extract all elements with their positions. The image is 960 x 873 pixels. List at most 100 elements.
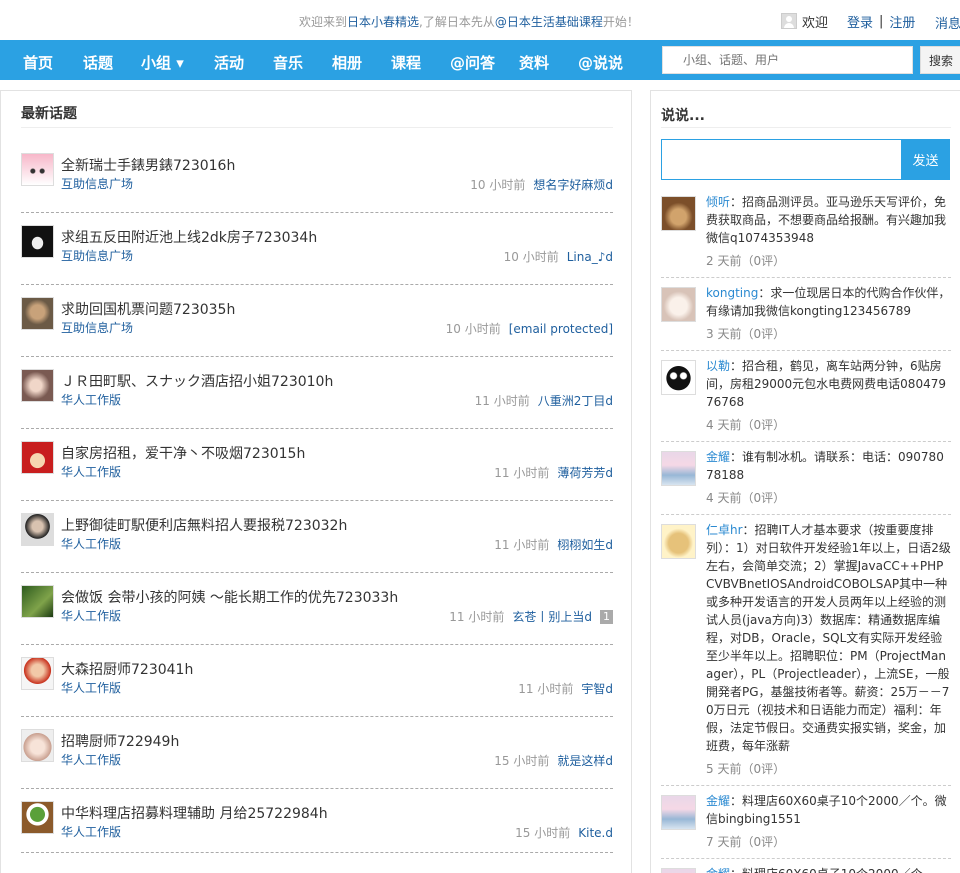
topic-author-link[interactable]: 就是这样d (557, 752, 613, 769)
send-button[interactable]: 发送 (901, 139, 950, 180)
saying-text: kongting：求一位现居日本的代购合作伙伴，有缘请加我微信kongting1… (706, 284, 951, 320)
title-divider (21, 127, 613, 128)
man-red-avatar-icon[interactable] (21, 657, 54, 690)
topic-group-link[interactable]: 华人工作版 (61, 391, 121, 408)
saying-item: 以勒：招合租，鹤见，离车站两分钟，6贴房间，房租29000元包水电费网费电话08… (661, 351, 951, 442)
saying-meta: 5 天前（0评） (706, 762, 786, 776)
green-character-avatar-icon[interactable] (21, 801, 54, 834)
saying-text: 仁卓hr：招聘IT人才基本要求（按重要度排列）：1）对日软件开发经验1年以上，日… (706, 521, 951, 755)
topic-title-link[interactable]: ＪＲ田町駅、スナック酒店招小姐723010h (61, 371, 333, 391)
topic-group-link[interactable]: 华人工作版 (61, 823, 121, 840)
nav-albums[interactable]: 相册 (332, 52, 362, 73)
topic-author-link[interactable]: 玄苍丨别上当d (512, 608, 592, 625)
blossom-avatar-icon[interactable] (661, 795, 696, 830)
topic-group-link[interactable]: 华人工作版 (61, 607, 121, 624)
login-link[interactable]: 登录 (847, 12, 873, 31)
blossom-avatar-icon[interactable] (661, 451, 696, 486)
topic-title-link[interactable]: 会做饭 会带小孩的阿姨 ～能长期工作的优先723033h (61, 587, 398, 607)
saying-meta: 7 天前（0评） (706, 835, 786, 849)
topic-group-link[interactable]: 互助信息广场 (61, 247, 133, 264)
topic-meta: 11 小时前 薄荷芳芳d (494, 464, 613, 481)
saying-user-link[interactable]: 倾听 (706, 195, 730, 209)
anime-girl-avatar-icon[interactable] (21, 729, 54, 762)
topic-title-link[interactable]: 中华料理店招募料理辅助 月给25722984h (61, 803, 328, 823)
topic-author-link[interactable]: Kite.d (578, 826, 613, 840)
topic-time: 11 小时前 (449, 610, 505, 624)
topic-title-link[interactable]: 求组五反田附近池上线2dk房子723034h (61, 227, 317, 247)
monkey-avatar-icon[interactable] (21, 297, 54, 330)
topic-group-link[interactable]: 华人工作版 (61, 463, 121, 480)
topic-row: ＪＲ田町駅、スナック酒店招小姐723010h 华人工作版 11 小时前 八重洲2… (21, 357, 613, 429)
saying-content: ：料理店60X60桌子10个2000／个。微信bingbing1551 (706, 794, 947, 826)
topic-title-link[interactable]: 全新瑞士手錶男錶723016h (61, 155, 235, 175)
topic-author-link[interactable]: Lina_♪d (567, 250, 613, 264)
topic-author-link[interactable]: [email protected] (509, 322, 613, 336)
topic-title-link[interactable]: 求助回国机票问题723035h (61, 299, 235, 319)
messages-link[interactable]: 消息 (935, 13, 960, 32)
topic-row: 求组五反田附近池上线2dk房子723034h 互助信息广场 10 小时前 Lin… (21, 213, 613, 285)
nav-courses[interactable]: 课程 (391, 52, 421, 73)
saying-user-link[interactable]: 金耀 (706, 867, 730, 873)
topic-author-link[interactable]: 八重洲2丁目d (538, 392, 613, 409)
saying-user-link[interactable]: 金耀 (706, 794, 730, 808)
site-name-link[interactable]: 日本小春精选 (347, 15, 419, 29)
girl-dark-avatar-icon[interactable] (21, 225, 54, 258)
saying-content: ：谁有制冰机。请联系：电话：09078078188 (706, 450, 944, 482)
top-bar: 欢迎来到日本小春精选,了解日本先从@日本生活基础课程开始！ 欢迎 登录 | 注册… (0, 0, 960, 40)
topic-meta: 10 小时前 Lina_♪d (504, 248, 613, 265)
sketch-girl-avatar-icon[interactable] (661, 287, 696, 322)
course-link[interactable]: @日本生活基础课程 (495, 15, 603, 29)
topic-title-link[interactable]: 自家房招租，爱干净丶不吸烟723015h (61, 443, 305, 463)
welcome-mid: ,了解日本先从 (419, 15, 495, 29)
topic-row: 会做饭 会带小孩的阿姨 ～能长期工作的优先723033h 华人工作版 11 小时… (21, 573, 613, 645)
topic-author-link[interactable]: 想名字好麻烦d (533, 176, 613, 193)
topic-group-link[interactable]: 华人工作版 (61, 679, 121, 696)
cat-avatar-icon[interactable] (21, 153, 54, 186)
topic-group-link[interactable]: 华人工作版 (61, 535, 121, 552)
nav-qa[interactable]: @问答 (450, 52, 495, 73)
topic-title-link[interactable]: 上野御徒町駅便利店無料招人要报税723032h (61, 515, 347, 535)
blossom-avatar-icon[interactable] (661, 868, 696, 873)
nav-sayings[interactable]: @说说 (578, 52, 623, 73)
topic-author-link[interactable]: 宇智d (581, 680, 613, 697)
saying-user-link[interactable]: 以勒 (706, 359, 730, 373)
reply-count-badge: 1 (600, 609, 613, 624)
nav-resources[interactable]: 资料 (519, 52, 549, 73)
black-face-avatar-icon[interactable] (661, 360, 696, 395)
saying-user-link[interactable]: 金耀 (706, 450, 730, 464)
woman-photo-avatar-icon[interactable] (21, 369, 54, 402)
nav-groups-dropdown[interactable]: 小组 ▾ (141, 52, 184, 73)
topic-row: 上野御徒町駅便利店無料招人要报税723032h 华人工作版 11 小时前 栩栩如… (21, 501, 613, 573)
topic-group-link[interactable]: 互助信息广场 (61, 319, 133, 336)
bear-avatar-icon[interactable] (661, 524, 696, 559)
saying-input[interactable] (661, 139, 902, 180)
sayings-title: 说说... (661, 108, 705, 124)
cartoon-red-avatar-icon[interactable] (21, 441, 54, 474)
topic-author-link[interactable]: 薄荷芳芳d (557, 464, 613, 481)
topic-group-link[interactable]: 华人工作版 (61, 751, 121, 768)
saying-user-link[interactable]: kongting (706, 286, 758, 300)
topic-row: 招聘厨师722949h 华人工作版 15 小时前 就是这样d (21, 717, 613, 789)
topic-time: 10 小时前 (445, 322, 501, 336)
search-input[interactable] (662, 46, 913, 74)
user-area: 欢迎 登录 | 注册 (781, 11, 915, 31)
topic-title-link[interactable]: 招聘厨师722949h (61, 731, 179, 751)
topic-title-link[interactable]: 大森招厨师723041h (61, 659, 193, 679)
nav-events[interactable]: 活动 (214, 52, 244, 73)
saying-user-link[interactable]: 仁卓hr (706, 523, 743, 537)
user-avatar-icon (781, 13, 797, 29)
nav-topics[interactable]: 话题 (83, 52, 113, 73)
search-button[interactable]: 搜索 (920, 46, 960, 74)
topic-time: 10 小时前 (470, 178, 526, 192)
nav-music[interactable]: 音乐 (273, 52, 303, 73)
monkey-hat-avatar-icon[interactable] (661, 196, 696, 231)
nature-avatar-icon[interactable] (21, 585, 54, 618)
topic-author-link[interactable]: 栩栩如生d (557, 536, 613, 553)
topic-group-link[interactable]: 互助信息广场 (61, 175, 133, 192)
topic-meta: 10 小时前 想名字好麻烦d (470, 176, 613, 193)
login-register-separator: | (879, 13, 884, 29)
register-link[interactable]: 注册 (889, 12, 915, 31)
nav-home[interactable]: 首页 (23, 52, 53, 73)
man-photo-avatar-icon[interactable] (21, 513, 54, 546)
saying-item: 仁卓hr：招聘IT人才基本要求（按重要度排列）：1）对日软件开发经验1年以上，日… (661, 515, 951, 786)
